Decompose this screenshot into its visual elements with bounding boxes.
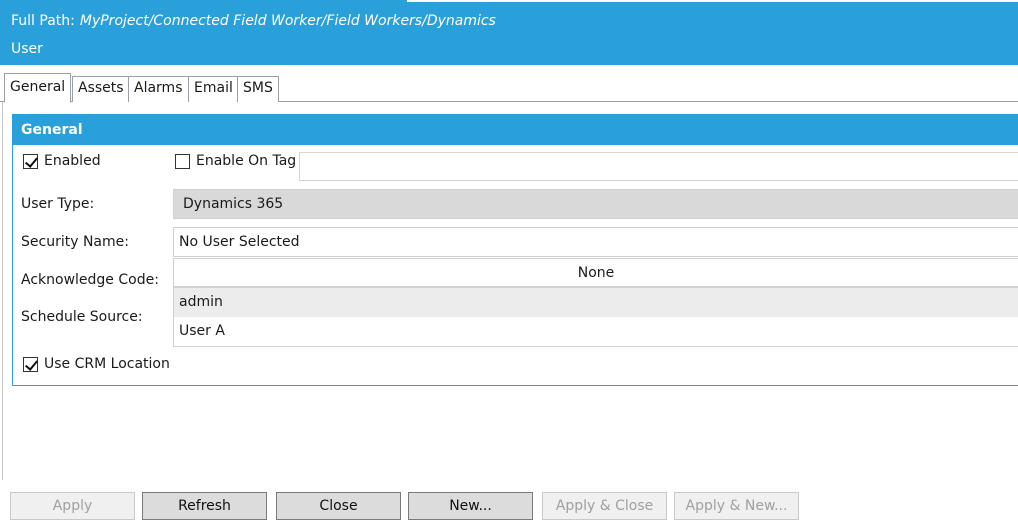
tab-strip: General Assets Alarms Email SMS [0,65,1018,103]
schedule-source-label: Schedule Source: [21,309,143,325]
schedule-source-list[interactable]: admin User A [173,287,1018,347]
panel-title: General [13,115,1018,145]
security-name-field[interactable]: No User Selected [173,227,1018,257]
tab-sms[interactable]: SMS [237,76,279,102]
full-path: Full Path: MyProject/Connected Field Work… [11,13,496,29]
new-button[interactable]: New... [408,492,533,520]
close-button[interactable]: Close [276,492,401,520]
tab-general[interactable]: General [4,73,72,103]
enabled-label: Enabled [44,153,101,169]
acknowledge-code-field[interactable]: None [173,258,1018,287]
user-type-label: User Type: [21,196,95,212]
full-path-value: MyProject/Connected Field Worker/Field W… [79,13,496,29]
use-crm-location-row[interactable]: Use CRM Location [23,356,170,372]
schedule-source-option-user-a[interactable]: User A [174,317,1018,346]
enabled-checkbox-row[interactable]: Enabled [23,153,101,169]
acknowledge-code-label: Acknowledge Code: [21,272,159,288]
enable-on-tag-label: Enable On Tag [196,153,297,169]
tab-assets[interactable]: Assets [72,76,130,102]
schedule-source-option-admin[interactable]: admin [174,288,1018,317]
enabled-checkbox[interactable] [23,153,38,169]
use-crm-location-checkbox[interactable] [23,356,38,372]
refresh-button[interactable]: Refresh [142,492,267,520]
apply-and-new-button[interactable]: Apply & New... [674,492,799,520]
enable-on-tag-checkbox[interactable] [175,153,190,169]
tab-email[interactable]: Email [188,76,239,102]
header-top-line [407,0,1018,2]
tab-alarms[interactable]: Alarms [128,76,189,102]
apply-and-close-button[interactable]: Apply & Close [542,492,667,520]
full-path-label: Full Path: [11,13,75,29]
page-subtitle: User [11,41,43,57]
enable-on-tag-row[interactable]: Enable On Tag [175,153,296,169]
apply-button[interactable]: Apply [10,492,135,520]
use-crm-location-label: Use CRM Location [44,356,170,372]
enable-on-tag-input[interactable] [299,152,1018,181]
security-name-label: Security Name: [21,234,129,250]
header-bar: Full Path: MyProject/Connected Field Work… [0,0,1018,65]
user-type-field: Dynamics 365 [173,189,1018,219]
